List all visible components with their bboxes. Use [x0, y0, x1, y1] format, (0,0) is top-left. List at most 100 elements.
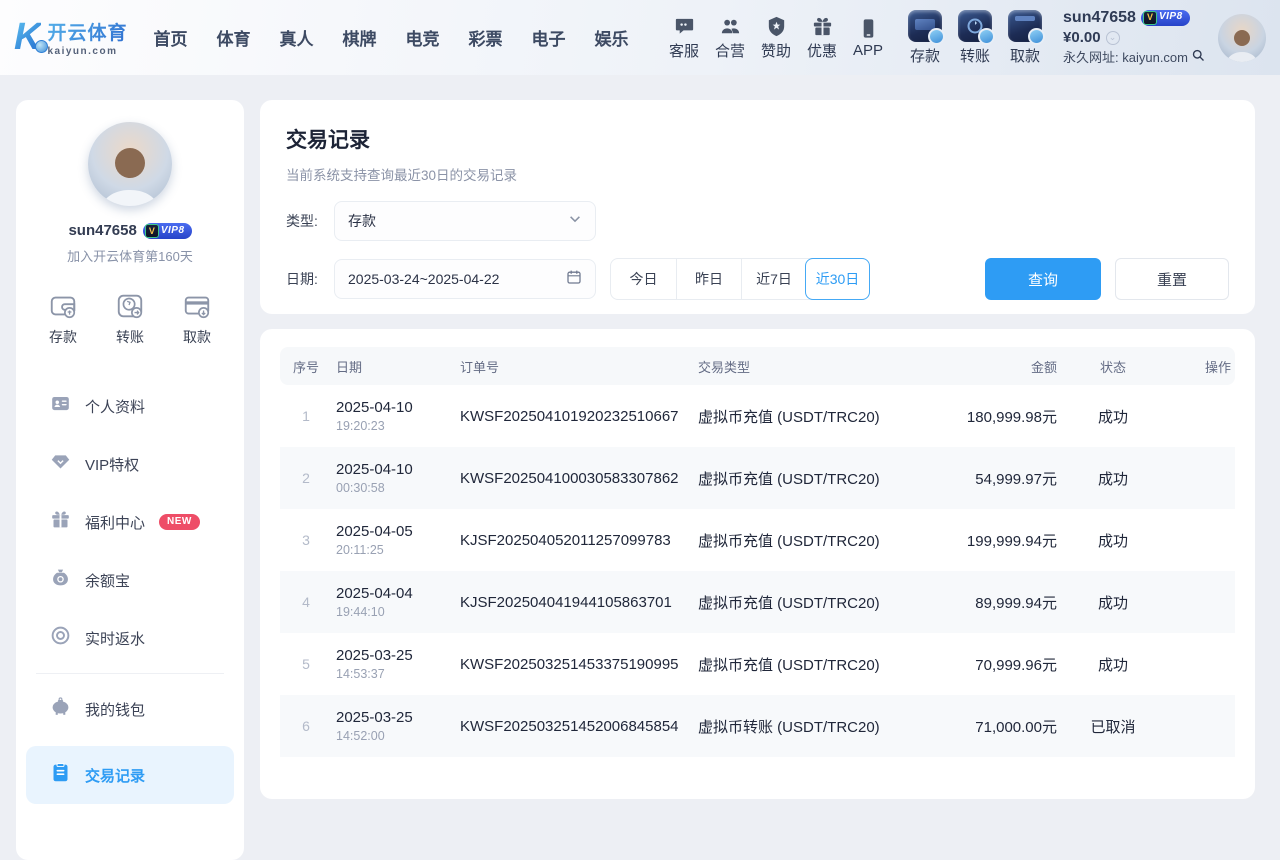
sponsor-button[interactable]: 赞助: [753, 15, 799, 61]
deposit-button[interactable]: 存款: [901, 10, 949, 66]
reset-button[interactable]: 重置: [1115, 258, 1229, 300]
sidebar-deposit-button[interactable]: 存款: [48, 291, 78, 347]
bank-card-icon: [182, 291, 212, 321]
sidebar-item-profile[interactable]: 个人资料: [16, 377, 244, 435]
new-badge: NEW: [159, 514, 200, 530]
transaction-list-icon: [50, 762, 71, 788]
transfer-arrows-icon: [115, 291, 145, 321]
range-today[interactable]: 今日: [611, 259, 676, 299]
partnership-button[interactable]: 合营: [707, 15, 753, 61]
vip-badge: V VIP8: [1141, 10, 1190, 26]
balance: ¥0.00: [1063, 29, 1101, 48]
range-7days[interactable]: 近7日: [741, 259, 806, 299]
table-row: 1 2025-04-1019:20:23 KWSF202504101920232…: [280, 385, 1235, 447]
table-row: 6 2025-03-2514:52:00 KWSF202503251452006…: [280, 695, 1235, 757]
profile-avatar[interactable]: [88, 122, 172, 206]
join-days-text: 加入开云体育第160天: [16, 246, 244, 265]
sidebar-withdraw-button[interactable]: 取款: [182, 291, 212, 347]
main-nav: 首页 体育 真人 棋牌 电竞 彩票 电子 娱乐: [153, 25, 628, 50]
withdraw-icon: [1008, 10, 1042, 42]
deposit-icon: [908, 10, 942, 42]
profile-sidebar: sun47658 V VIP8 加入开云体育第160天 存款 转账 取款 个人资…: [16, 100, 244, 860]
range-yesterday[interactable]: 昨日: [676, 259, 741, 299]
table-row: 3 2025-04-0520:11:25 KJSF202504052011257…: [280, 509, 1235, 571]
people-icon: [707, 15, 753, 38]
brand-logo[interactable]: K 开云体育 kaiyun.com: [14, 16, 127, 59]
user-info: sun47658 V VIP8 ¥0.00 ⌄ 永久网址: kaiyun.com: [1063, 8, 1206, 68]
user-avatar[interactable]: [1218, 14, 1266, 62]
nav-esports[interactable]: 电竞: [405, 25, 439, 50]
username: sun47658: [1063, 8, 1136, 28]
phone-icon: [845, 17, 891, 40]
date-range-presets: 今日 昨日 近7日 近30日: [610, 258, 870, 300]
sidebar-quick-actions: 存款 转账 取款: [16, 291, 244, 347]
status-text: 已取消: [1057, 716, 1169, 737]
sidebar-divider: [36, 673, 224, 674]
sidebar-item-rebate[interactable]: 实时返水: [16, 609, 244, 667]
sidebar-username: sun47658: [68, 222, 136, 239]
table-row: 4 2025-04-0419:44:10 KJSF202504041944105…: [280, 571, 1235, 633]
page-title: 交易记录: [286, 124, 1229, 154]
wallet-icon: [48, 291, 78, 321]
status-text: 成功: [1057, 406, 1169, 427]
piggy-bank-icon: [50, 696, 71, 722]
gem-icon: [50, 451, 71, 477]
gift-icon: [50, 509, 71, 535]
brand-domain: kaiyun.com: [47, 46, 127, 57]
date-label: 日期:: [286, 269, 334, 289]
chat-icon: [661, 15, 707, 38]
transaction-filter-card: 交易记录 当前系统支持查询最近30日的交易记录 类型: 存款 日期: 2025-…: [260, 100, 1255, 314]
app-download-button[interactable]: APP: [845, 17, 891, 59]
id-card-icon: [50, 393, 71, 419]
rebate-ring-icon: [50, 625, 71, 651]
refresh-balance-icon[interactable]: ⌄: [1106, 31, 1120, 45]
status-text: 成功: [1057, 654, 1169, 675]
sidebar-item-vip[interactable]: VIP特权: [16, 435, 244, 493]
sidebar-item-yuebao[interactable]: 余额宝: [16, 551, 244, 609]
col-amount: 金额: [899, 357, 1057, 376]
table-header-row: 序号 日期 订单号 交易类型 金额 状态 操作: [280, 347, 1235, 385]
search-button[interactable]: 查询: [985, 258, 1101, 300]
status-text: 成功: [1057, 468, 1169, 489]
col-date: 日期: [332, 357, 460, 376]
col-action: 操作: [1169, 357, 1235, 376]
nav-slots[interactable]: 电子: [531, 25, 565, 50]
sidebar-item-transactions[interactable]: 交易记录: [26, 746, 234, 804]
money-bag-icon: [50, 567, 71, 593]
sidebar-vip-badge: V VIP8: [143, 223, 192, 239]
logo-k-icon: K: [14, 16, 41, 59]
sidebar-transfer-button[interactable]: 转账: [115, 291, 145, 347]
date-range-input[interactable]: 2025-03-24~2025-04-22: [334, 259, 596, 299]
nav-home[interactable]: 首页: [153, 25, 187, 50]
col-status: 状态: [1057, 357, 1169, 376]
nav-live[interactable]: 真人: [279, 25, 313, 50]
table-row: 2 2025-04-1000:30:58 KWSF202504100030583…: [280, 447, 1235, 509]
search-icon[interactable]: [1191, 48, 1206, 67]
sidebar-vip-shield-icon: V: [145, 224, 159, 238]
vip-shield-icon: V: [1143, 11, 1157, 25]
shield-star-icon: [753, 15, 799, 38]
chevron-down-icon: [568, 212, 582, 231]
col-order: 订单号: [460, 357, 698, 376]
transaction-table-card: 序号 日期 订单号 交易类型 金额 状态 操作 1 2025-04-1019:2…: [260, 329, 1255, 799]
sidebar-item-welfare[interactable]: 福利中心 NEW: [16, 493, 244, 551]
gift-icon: [799, 15, 845, 38]
col-type: 交易类型: [698, 357, 899, 376]
type-label: 类型:: [286, 211, 334, 231]
table-row: 5 2025-03-2514:53:37 KWSF202503251453375…: [280, 633, 1235, 695]
customer-service-button[interactable]: 客服: [661, 15, 707, 61]
sidebar-item-wallet[interactable]: 我的钱包: [16, 680, 244, 738]
withdraw-button[interactable]: 取款: [1001, 10, 1049, 66]
nav-chess[interactable]: 棋牌: [342, 25, 376, 50]
sidebar-menu: 个人资料 VIP特权 福利中心 NEW 余额宝 实时返水 我的钱包 交易记录: [16, 377, 244, 804]
calendar-icon: [566, 269, 582, 290]
status-text: 成功: [1057, 592, 1169, 613]
nav-entertainment[interactable]: 娱乐: [594, 25, 628, 50]
nav-sports[interactable]: 体育: [216, 25, 250, 50]
promotions-button[interactable]: 优惠: [799, 15, 845, 61]
status-text: 成功: [1057, 530, 1169, 551]
range-30days[interactable]: 近30日: [805, 258, 870, 300]
transfer-button[interactable]: 转账: [951, 10, 999, 66]
nav-lottery[interactable]: 彩票: [468, 25, 502, 50]
type-select[interactable]: 存款: [334, 201, 596, 241]
